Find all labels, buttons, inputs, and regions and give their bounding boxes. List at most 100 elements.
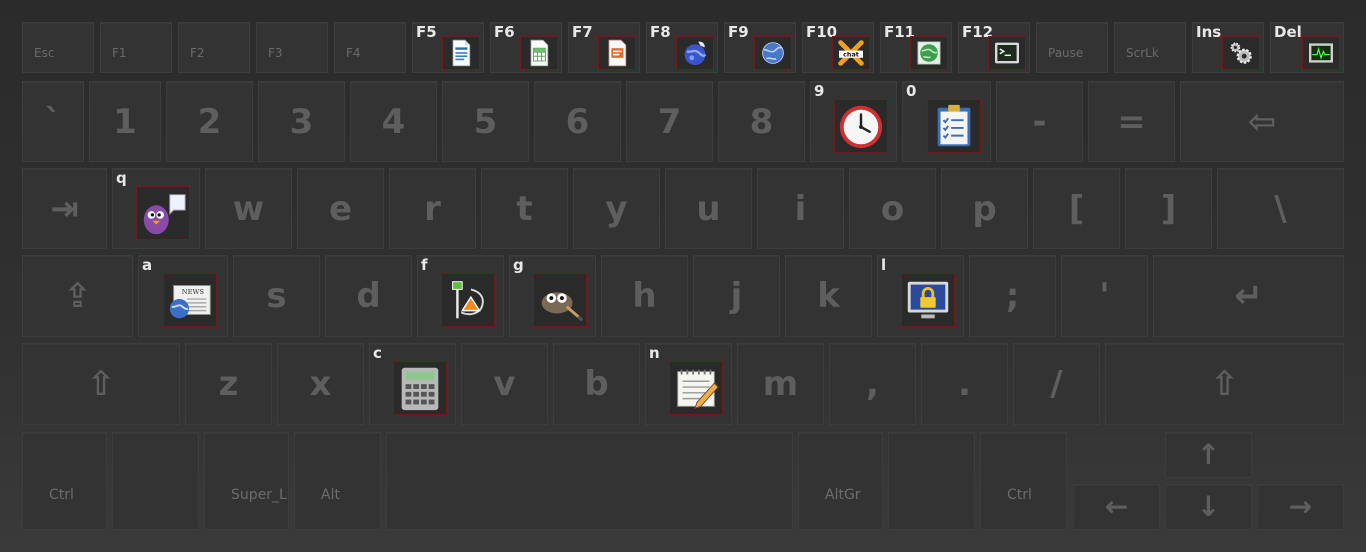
key-c[interactable]: c	[369, 343, 456, 425]
key-f1[interactable]: F1	[100, 22, 172, 73]
key-label: w	[232, 188, 265, 229]
key-arrow-down[interactable]: ↓	[1165, 484, 1252, 530]
key-g[interactable]: g	[509, 255, 596, 337]
key-label: Alt	[321, 487, 340, 503]
key-period[interactable]: .	[921, 343, 1008, 425]
key-t[interactable]: t	[481, 168, 568, 249]
key-super-l[interactable]: Super_L	[204, 432, 289, 530]
key-f[interactable]: f	[417, 255, 504, 337]
key-y[interactable]: y	[573, 168, 660, 249]
key-2[interactable]: 2	[166, 81, 253, 162]
key-7[interactable]: 7	[626, 81, 713, 162]
key-f3[interactable]: F3	[256, 22, 328, 73]
key-label: o	[880, 188, 905, 229]
key-altgr[interactable]: AltGr	[798, 432, 883, 530]
key-a[interactable]: a NEWS	[138, 255, 228, 337]
key-8[interactable]: 8	[718, 81, 805, 162]
key-minus[interactable]: -	[996, 81, 1083, 162]
key-label: Ctrl	[49, 487, 74, 503]
key-equals[interactable]: =	[1088, 81, 1175, 162]
key-label: 3	[289, 101, 314, 142]
key-arrow-right[interactable]: →	[1257, 484, 1344, 530]
presentation-icon	[598, 36, 636, 70]
key-caps-lock[interactable]: ⇪	[22, 255, 133, 337]
key-d[interactable]: d	[325, 255, 412, 337]
key-comma[interactable]: ,	[829, 343, 916, 425]
key-bracket-left[interactable]: [	[1033, 168, 1120, 249]
key-label: y	[605, 188, 628, 229]
key-label: [	[1068, 188, 1085, 229]
key-label: z	[218, 364, 239, 404]
key-j[interactable]: j	[693, 255, 780, 337]
key-f11[interactable]: F11	[880, 22, 952, 73]
key-b[interactable]: b	[553, 343, 640, 425]
key-del[interactable]: Del	[1270, 22, 1344, 73]
key-backslash[interactable]: \	[1217, 168, 1344, 249]
key-k[interactable]: k	[785, 255, 872, 337]
key-backspace[interactable]: ⇦	[1180, 81, 1344, 162]
key-u[interactable]: u	[665, 168, 752, 249]
green-globe-icon	[910, 36, 948, 70]
key-f7[interactable]: F7	[568, 22, 640, 73]
key-tab[interactable]: ⇥	[22, 168, 107, 249]
key-label: x	[309, 364, 332, 404]
key-n[interactable]: n	[645, 343, 732, 425]
calculator-icon	[393, 361, 447, 415]
key-f8[interactable]: F8	[646, 22, 718, 73]
key-5[interactable]: 5	[442, 81, 529, 162]
key-enter[interactable]: ↵	[1153, 255, 1344, 337]
key-ctrl[interactable]: Ctrl	[980, 432, 1067, 530]
key-9[interactable]: 9	[810, 81, 897, 162]
key-h[interactable]: h	[601, 255, 688, 337]
key-r[interactable]: r	[389, 168, 476, 249]
key-semicolon[interactable]: ;	[969, 255, 1056, 337]
key-f4[interactable]: F4	[334, 22, 406, 73]
key-f6[interactable]: F6	[490, 22, 562, 73]
key-f2[interactable]: F2	[178, 22, 250, 73]
key-q[interactable]: q	[112, 168, 200, 249]
key-m[interactable]: m	[737, 343, 824, 425]
key-backtick[interactable]: `	[22, 81, 84, 162]
key-1[interactable]: 1	[89, 81, 161, 162]
key-f10[interactable]: F10 chat	[802, 22, 874, 73]
key-e[interactable]: e	[297, 168, 384, 249]
key-blank-4-4[interactable]	[386, 432, 793, 530]
key-arrow-up[interactable]: ↑	[1165, 432, 1252, 478]
arrow-down-icon: ↓	[1196, 490, 1221, 523]
key-bracket-right[interactable]: ]	[1125, 168, 1212, 249]
key-i[interactable]: i	[757, 168, 844, 249]
clock-icon	[834, 99, 888, 153]
key-3[interactable]: 3	[258, 81, 345, 162]
key-scrlk[interactable]: ScrLk	[1114, 22, 1186, 73]
key-0[interactable]: 0	[902, 81, 991, 162]
key-p[interactable]: p	[941, 168, 1028, 249]
key-w[interactable]: w	[205, 168, 292, 249]
key-l[interactable]: l	[877, 255, 964, 337]
key-slash[interactable]: /	[1013, 343, 1100, 425]
key-quote[interactable]: '	[1061, 255, 1148, 337]
key-f5[interactable]: F5	[412, 22, 484, 73]
key-label: ,	[866, 364, 879, 404]
key-s[interactable]: s	[233, 255, 320, 337]
key-6[interactable]: 6	[534, 81, 621, 162]
key-arrow-left[interactable]: ←	[1073, 484, 1160, 530]
shortcut-hint: Ins	[1196, 23, 1222, 41]
key-o[interactable]: o	[849, 168, 936, 249]
key-shift[interactable]: ⇧	[1105, 343, 1344, 425]
key-esc[interactable]: Esc	[22, 22, 94, 73]
key-label: Esc	[34, 46, 55, 60]
key-x[interactable]: x	[277, 343, 364, 425]
key-blank-1-1[interactable]	[112, 432, 199, 530]
key-label: d	[356, 276, 381, 316]
key-pause[interactable]: Pause	[1036, 22, 1108, 73]
key-4[interactable]: 4	[350, 81, 437, 162]
key-z[interactable]: z	[185, 343, 272, 425]
key-blank-6-6[interactable]	[888, 432, 975, 530]
key-ctrl[interactable]: Ctrl	[22, 432, 107, 530]
key-v[interactable]: v	[461, 343, 548, 425]
key-ins[interactable]: Ins	[1192, 22, 1264, 73]
key-shift[interactable]: ⇧	[22, 343, 180, 425]
key-alt[interactable]: Alt	[294, 432, 381, 530]
key-f12[interactable]: F12	[958, 22, 1030, 73]
key-f9[interactable]: F9	[724, 22, 796, 73]
